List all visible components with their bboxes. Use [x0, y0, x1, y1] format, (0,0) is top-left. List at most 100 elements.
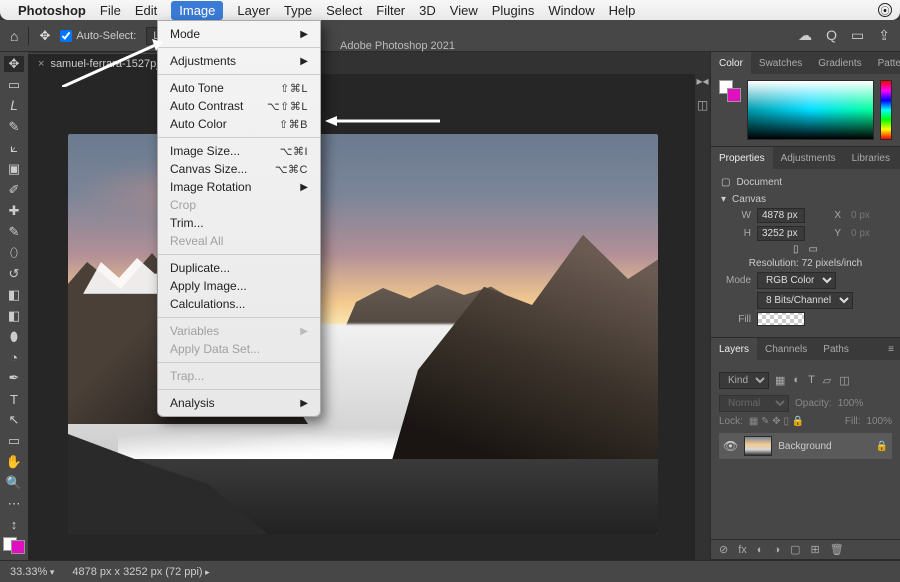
new-layer-icon[interactable]: ⊞ — [811, 543, 820, 556]
menuitem-calculations[interactable]: Calculations... — [158, 295, 320, 313]
visibility-icon[interactable]: 👁 — [723, 439, 738, 453]
edit-toolbar[interactable]: ↕ — [4, 517, 24, 532]
menuitem-auto-color[interactable]: Auto Color⇧⌘B — [158, 115, 320, 133]
crop-tool[interactable]: ⟀ — [4, 140, 24, 156]
canvas-area[interactable] — [28, 74, 695, 560]
cloud-icon[interactable]: ☁ — [798, 27, 812, 44]
menuitem-adjustments[interactable]: Adjustments▶ — [158, 52, 320, 70]
lock-icons[interactable]: ▦ ✎ ✥ ▯ 🔒 — [749, 416, 804, 427]
blend-select[interactable]: Normal — [719, 395, 789, 412]
brush-tool[interactable]: ✎ — [4, 224, 24, 240]
menuitem-trim[interactable]: Trim... — [158, 214, 320, 232]
move-tool[interactable]: ✥ — [4, 56, 24, 72]
w-value[interactable]: 4878 px — [757, 208, 805, 223]
menu-view[interactable]: View — [450, 3, 478, 18]
panel-menu-icon[interactable]: ≡ — [882, 344, 900, 355]
tab-color[interactable]: Color — [711, 52, 751, 74]
menuitem-analysis[interactable]: Analysis▶ — [158, 394, 320, 412]
zoom-tool[interactable]: 🔍 — [4, 475, 24, 491]
menu-edit[interactable]: Edit — [135, 3, 157, 18]
shape-tool[interactable]: ▭ — [4, 433, 24, 449]
blur-tool[interactable]: ⬮ — [4, 329, 24, 345]
menuitem-image-size[interactable]: Image Size...⌥⌘I — [158, 142, 320, 160]
tab-patterns[interactable]: Patterns — [870, 52, 900, 74]
panel-swatch[interactable] — [719, 80, 741, 102]
menu-help[interactable]: Help — [609, 3, 636, 18]
trash-icon[interactable]: 🗑 — [830, 543, 844, 556]
menu-3d[interactable]: 3D — [419, 3, 436, 18]
move-tool-icon[interactable]: ✥ — [39, 28, 50, 44]
kind-select[interactable]: Kind — [719, 372, 769, 389]
type-tool[interactable]: T — [4, 391, 24, 406]
tab-swatches[interactable]: Swatches — [751, 52, 810, 74]
filter-pixel-icon[interactable]: ▦ — [775, 374, 785, 387]
menu-select[interactable]: Select — [326, 3, 362, 18]
menuitem-image-rotation[interactable]: Image Rotation▶ — [158, 178, 320, 196]
h-value[interactable]: 3252 px — [757, 226, 805, 241]
menuitem-auto-tone[interactable]: Auto Tone⇧⌘L — [158, 79, 320, 97]
filter-shape-icon[interactable]: ▱ — [823, 374, 831, 387]
frame-tool[interactable]: ▣ — [4, 161, 24, 177]
orient-portrait-icon[interactable]: ▯ — [793, 244, 799, 255]
mode-select[interactable]: RGB Color — [757, 272, 836, 289]
tab-paths[interactable]: Paths — [815, 338, 857, 360]
workspace-icon[interactable]: ▭ — [851, 27, 864, 44]
menu-type[interactable]: Type — [284, 3, 312, 18]
wand-tool[interactable]: ✎ — [4, 119, 24, 135]
mask-icon[interactable]: ◐ — [757, 544, 764, 556]
auto-select-checkbox[interactable]: Auto-Select: — [60, 30, 136, 42]
tab-adjustments[interactable]: Adjustments — [773, 147, 844, 169]
menu-image[interactable]: Image — [171, 1, 223, 20]
histogram-icon[interactable]: ◫ — [697, 98, 708, 112]
color-spectrum[interactable] — [747, 80, 874, 140]
eyedropper-tool[interactable]: ✐ — [4, 182, 24, 198]
collapse-icon[interactable]: ▸◂ — [696, 74, 708, 88]
zoom-level[interactable]: 33.33% — [10, 566, 54, 578]
dodge-tool[interactable]: ◔ — [4, 350, 24, 365]
tab-gradients[interactable]: Gradients — [810, 52, 869, 74]
menuitem-duplicate[interactable]: Duplicate... — [158, 259, 320, 277]
filter-adjust-icon[interactable]: ◐ — [793, 374, 800, 387]
tab-properties[interactable]: Properties — [711, 147, 773, 169]
stamp-tool[interactable]: ⬯ — [4, 245, 24, 261]
menu-window[interactable]: Window — [548, 3, 594, 18]
menu-file[interactable]: File — [100, 3, 121, 18]
tab-channels[interactable]: Channels — [757, 338, 815, 360]
depth-select[interactable]: 8 Bits/Channel — [757, 292, 853, 309]
color-swatches[interactable] — [3, 537, 25, 554]
lasso-tool[interactable]: 𝘓 — [4, 98, 24, 114]
app-name[interactable]: Photoshop — [18, 3, 86, 18]
tab-close-icon[interactable]: × — [38, 58, 44, 70]
menubar-icon[interactable]: ⦿ — [878, 3, 892, 17]
fill-swatch[interactable] — [757, 312, 805, 326]
menuitem-canvas-size[interactable]: Canvas Size...⌥⌘C — [158, 160, 320, 178]
eraser-tool[interactable]: ◧ — [4, 287, 24, 303]
gradient-tool[interactable]: ◧ — [4, 308, 24, 324]
link-icon[interactable]: ⊘ — [719, 543, 728, 556]
path-tool[interactable]: ↖ — [4, 412, 24, 428]
group-icon[interactable]: ▢ — [790, 543, 800, 556]
marquee-tool[interactable]: ▭ — [4, 77, 24, 93]
hue-strip[interactable] — [880, 80, 892, 140]
fx-icon[interactable]: fx — [738, 544, 747, 556]
filter-type-icon[interactable]: T — [808, 374, 815, 387]
hand-tool[interactable]: ✋ — [4, 454, 24, 470]
filter-smart-icon[interactable]: ◫ — [839, 374, 849, 387]
more-tool[interactable]: ⋯ — [4, 496, 24, 512]
menu-filter[interactable]: Filter — [376, 3, 405, 18]
tab-libraries[interactable]: Libraries — [844, 147, 898, 169]
adjustment-icon[interactable]: ◑ — [773, 544, 780, 556]
tab-layers[interactable]: Layers — [711, 338, 757, 360]
history-brush-tool[interactable]: ↺ — [4, 266, 24, 282]
menuitem-auto-contrast[interactable]: Auto Contrast⌥⇧⌘L — [158, 97, 320, 115]
pen-tool[interactable]: ✒ — [4, 370, 24, 386]
orient-landscape-icon[interactable]: ▭ — [809, 244, 818, 255]
layer-row[interactable]: 👁 Background 🔒 — [719, 433, 892, 459]
search-icon[interactable]: Q — [826, 27, 837, 44]
menu-layer[interactable]: Layer — [237, 3, 270, 18]
menuitem-apply-image[interactable]: Apply Image... — [158, 277, 320, 295]
doc-dimensions[interactable]: 4878 px x 3252 px (72 ppi) — [72, 566, 209, 578]
menu-plugins[interactable]: Plugins — [492, 3, 535, 18]
share-icon[interactable]: ⇪ — [878, 27, 890, 44]
home-icon[interactable]: ⌂ — [10, 28, 18, 44]
